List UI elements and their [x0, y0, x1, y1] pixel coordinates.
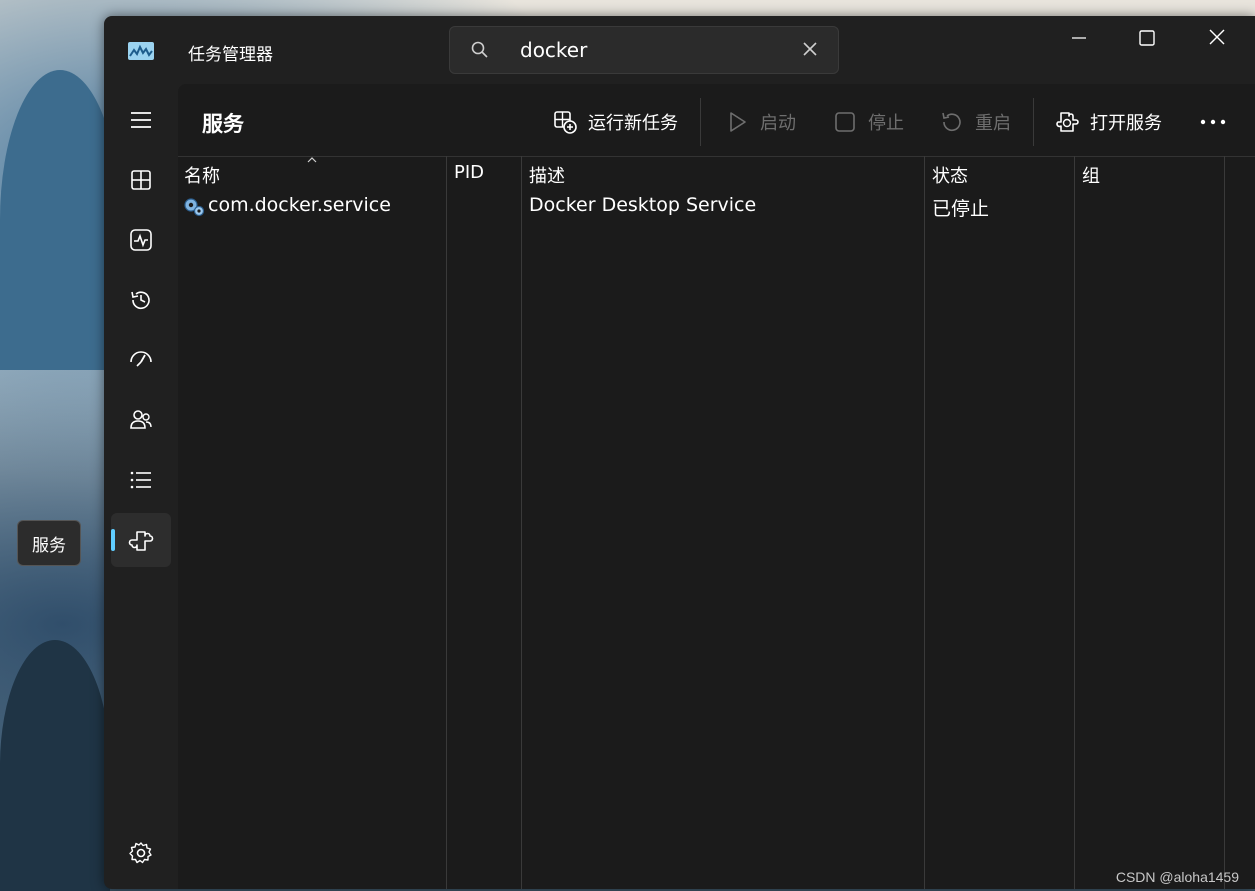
column-divider[interactable]	[1074, 156, 1075, 889]
column-header-name[interactable]: 名称	[184, 162, 220, 188]
service-description: Docker Desktop Service	[529, 194, 757, 216]
restart-label: 重启	[975, 113, 1011, 134]
run-new-task-label: 运行新任务	[588, 113, 678, 134]
startup-apps-icon	[130, 351, 152, 367]
close-icon[interactable]	[1194, 24, 1238, 54]
clear-search-icon[interactable]	[800, 39, 820, 59]
sidebar-item-settings[interactable]	[111, 825, 171, 879]
toolbar-divider	[700, 98, 701, 146]
app-history-icon	[131, 291, 150, 310]
sidebar-item-startup-apps[interactable]	[111, 332, 171, 386]
column-header-pid[interactable]: PID	[454, 162, 484, 183]
search-icon	[471, 41, 488, 58]
sidebar-item-processes[interactable]	[111, 152, 171, 206]
service-status: 已停止	[932, 198, 990, 220]
sidebar-item-details[interactable]	[111, 452, 171, 506]
background-mountain	[0, 640, 110, 891]
search-input[interactable]: docker	[520, 38, 587, 62]
sort-ascending-icon	[307, 157, 317, 163]
users-icon	[130, 410, 152, 429]
sidebar-item-users[interactable]	[111, 392, 171, 446]
open-services-icon	[1056, 112, 1079, 132]
play-icon	[730, 112, 746, 132]
sidebar-item-menu[interactable]	[111, 92, 171, 146]
more-options-icon[interactable]	[1198, 112, 1228, 132]
sidebar-item-app-history[interactable]	[111, 272, 171, 326]
title-bar: 任务管理器 docker	[104, 16, 1255, 84]
stop-label: 停止	[868, 113, 904, 134]
services-icon	[128, 531, 154, 551]
sidebar	[104, 84, 178, 889]
restart-icon	[942, 112, 961, 132]
open-services-label: 打开服务	[1090, 113, 1162, 134]
sidebar-tooltip: 服务	[17, 520, 81, 566]
background-mountain	[0, 70, 120, 370]
minimize-icon[interactable]	[1056, 24, 1100, 54]
maximize-icon[interactable]	[1124, 24, 1168, 54]
stop-button[interactable]: 停止	[832, 104, 904, 140]
start-label: 启动	[760, 113, 796, 134]
stop-icon	[835, 112, 855, 132]
details-icon	[130, 471, 151, 489]
table-row[interactable]: com.docker.service Docker Desktop Servic…	[178, 192, 1224, 222]
service-gear-icon	[184, 198, 205, 217]
open-services-button[interactable]: 打开服务	[1054, 104, 1162, 140]
column-divider[interactable]	[924, 156, 925, 889]
run-new-task-icon	[554, 111, 577, 134]
sidebar-item-performance[interactable]	[111, 212, 171, 266]
start-button[interactable]: 启动	[724, 104, 796, 140]
column-header-status[interactable]: 状态	[932, 162, 968, 188]
processes-icon	[131, 170, 151, 190]
service-name: com.docker.service	[208, 194, 391, 216]
app-title: 任务管理器	[188, 45, 273, 65]
column-header-description[interactable]: 描述	[529, 162, 565, 188]
column-header-group[interactable]: 组	[1082, 162, 1100, 188]
sidebar-item-services[interactable]	[111, 513, 171, 567]
task-manager-window: 任务管理器 docker 服务 运行新任务 启动 停止 重启 打开服务 名称 P…	[104, 16, 1255, 889]
page-title: 服务	[202, 112, 244, 136]
search-box[interactable]: docker	[449, 26, 839, 74]
gear-icon	[129, 842, 152, 864]
hamburger-menu-icon	[131, 112, 151, 128]
performance-icon	[130, 229, 152, 251]
services-panel: 服务 运行新任务 启动 停止 重启 打开服务 名称 PID 描述 状态 组 co…	[178, 84, 1255, 889]
column-divider[interactable]	[1224, 156, 1225, 889]
column-divider[interactable]	[521, 156, 522, 889]
task-manager-app-icon	[128, 42, 154, 60]
run-new-task-button[interactable]: 运行新任务	[552, 104, 678, 140]
watermark: CSDN @aloha1459	[1115, 869, 1239, 885]
toolbar-divider	[1033, 98, 1034, 146]
restart-button[interactable]: 重启	[939, 104, 1011, 140]
column-divider[interactable]	[446, 156, 447, 889]
